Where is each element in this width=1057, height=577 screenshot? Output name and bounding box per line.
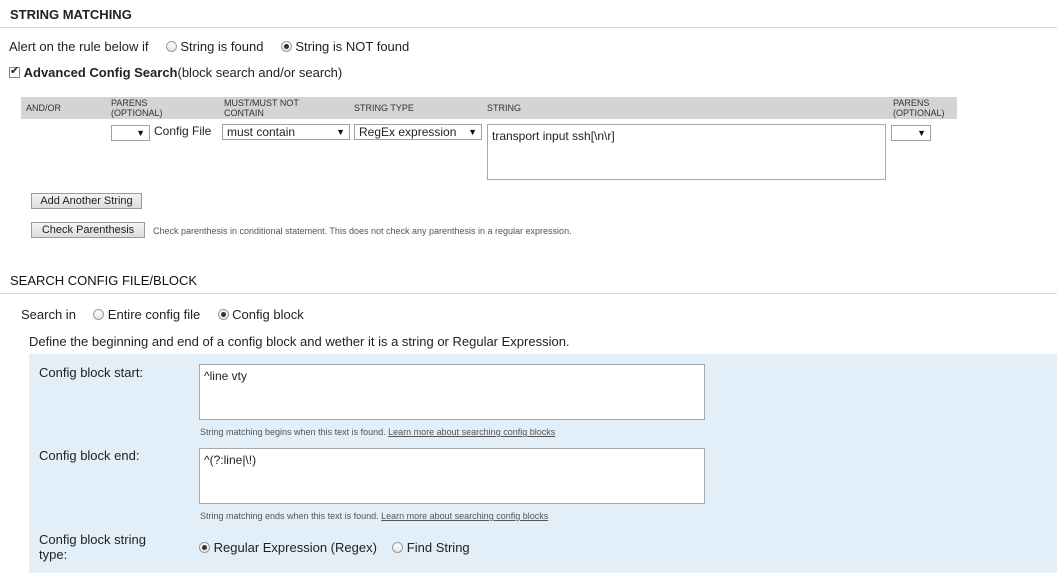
col-parens-close-1: PARENS — [893, 98, 930, 108]
block-type-label: Config block string type: — [39, 532, 146, 562]
radio-entire-config[interactable] — [93, 309, 105, 320]
parens-open-select[interactable]: ▼ — [111, 125, 150, 141]
block-start-hint-row: String matching begins when this text is… — [200, 427, 555, 437]
learn-more-link[interactable]: Learn more about searching config blocks — [388, 427, 555, 437]
advanced-config-suffix: (block search and/or search) — [177, 65, 343, 80]
block-type-row: Regular Expression (Regex) Find String — [199, 540, 470, 555]
advanced-config-checkbox[interactable]: ✔ — [9, 65, 20, 78]
chevron-down-icon: ▼ — [136, 128, 145, 138]
learn-more-link[interactable]: Learn more about searching config blocks — [381, 511, 548, 521]
parens-close-select[interactable]: ▼ — [891, 125, 931, 141]
string-textarea[interactable]: transport input ssh[\n\r] — [487, 124, 886, 180]
radio-find-string[interactable] — [392, 542, 404, 553]
radio-find-string-label: Find String — [406, 540, 470, 555]
check-parenthesis-hint: Check parenthesis in conditional stateme… — [153, 226, 572, 236]
block-start-hint: String matching begins when this text is… — [200, 427, 386, 437]
add-another-string-button[interactable]: Add Another String — [31, 193, 142, 209]
advanced-config-row: ✔ Advanced Config Search(block search an… — [9, 65, 342, 80]
radio-string-found[interactable] — [165, 41, 177, 52]
col-parens-open-2: (OPTIONAL) — [111, 108, 163, 118]
chevron-down-icon: ▼ — [917, 128, 926, 138]
block-start-textarea[interactable]: ^line vty — [199, 364, 705, 420]
check-parenthesis-button[interactable]: Check Parenthesis — [31, 222, 145, 238]
chevron-down-icon: ▼ — [468, 127, 477, 137]
string-type-select[interactable]: RegEx expression ▼ — [354, 124, 482, 140]
string-type-value: RegEx expression — [359, 125, 457, 139]
radio-entire-config-label: Entire config file — [107, 307, 201, 322]
col-must-1: MUST/MUST NOT — [224, 98, 299, 108]
must-contain-value: must contain — [227, 125, 296, 139]
string-matching-title: STRING MATCHING — [10, 7, 132, 22]
radio-regex-label: Regular Expression (Regex) — [213, 540, 377, 555]
block-end-label: Config block end: — [39, 448, 140, 463]
col-parens-open-1: PARENS — [111, 98, 148, 108]
block-start-label: Config block start: — [39, 365, 144, 380]
block-end-textarea[interactable]: ^(?:line|\!) — [199, 448, 705, 504]
col-and-or: AND/OR — [26, 103, 62, 113]
chevron-down-icon: ▼ — [336, 127, 345, 137]
block-type-label-2: type: — [39, 547, 68, 562]
search-in-label: Search in — [21, 307, 76, 322]
divider — [0, 293, 1057, 294]
advanced-config-label: Advanced Config Search — [23, 65, 178, 80]
alert-label: Alert on the rule below if — [9, 39, 149, 54]
radio-string-found-label: String is found — [180, 39, 264, 54]
col-must-2: CONTAIN — [224, 108, 264, 118]
block-end-hint: String matching ends when this text is f… — [200, 511, 379, 521]
col-string-type: STRING TYPE — [354, 103, 414, 113]
block-end-hint-row: String matching ends when this text is f… — [200, 511, 548, 521]
radio-config-block[interactable] — [217, 309, 229, 320]
search-in-row: Search in Entire config file Config bloc… — [21, 307, 304, 322]
radio-config-block-label: Config block — [232, 307, 304, 322]
radio-regex[interactable] — [199, 542, 210, 553]
radio-string-not-found-label: String is NOT found — [295, 39, 410, 54]
search-config-title: SEARCH CONFIG FILE/BLOCK — [10, 273, 197, 288]
config-file-label: Config File — [154, 124, 212, 138]
radio-string-not-found[interactable] — [280, 41, 292, 52]
block-type-label-1: Config block string — [39, 532, 146, 547]
define-block-text: Define the beginning and end of a config… — [29, 334, 570, 349]
col-parens-close-2: (OPTIONAL) — [893, 108, 945, 118]
alert-row: Alert on the rule below if String is fou… — [9, 39, 409, 54]
col-string: STRING — [487, 103, 522, 113]
search-config-title-text: SEARCH CONFIG FILE/BLOCK — [10, 273, 198, 288]
must-contain-select[interactable]: must contain ▼ — [222, 124, 350, 140]
divider — [0, 27, 1057, 28]
